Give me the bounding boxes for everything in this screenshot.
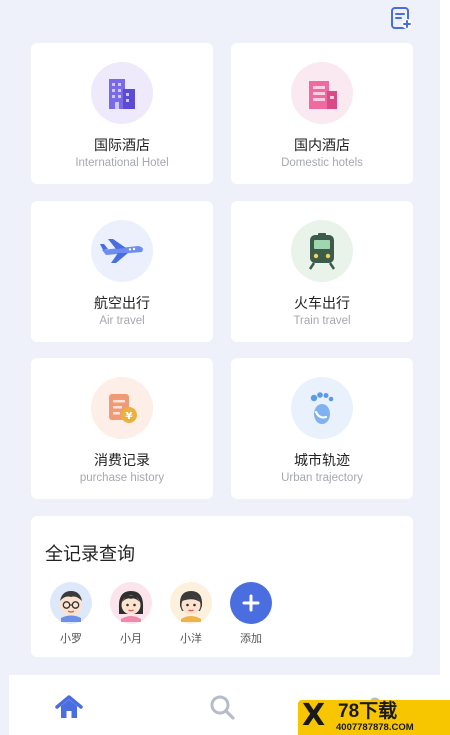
card-title: 消费记录 (94, 452, 150, 468)
person-name: 小月 (120, 633, 142, 645)
plus-icon (230, 582, 272, 624)
card-title: 国内酒店 (294, 137, 350, 153)
watermark-mark: X (302, 700, 326, 733)
card-title: 航空出行 (94, 295, 150, 311)
building-icon (91, 62, 153, 124)
person-name: 添加 (240, 633, 262, 645)
person-xiaoyue[interactable]: 小月 (109, 582, 153, 646)
add-person-button[interactable]: 添加 (229, 582, 273, 646)
boy-avatar-icon (50, 582, 92, 624)
girl-avatar-icon (170, 582, 212, 624)
card-title: 国际酒店 (94, 137, 150, 153)
footprint-icon (291, 377, 353, 439)
airplane-icon (91, 220, 153, 282)
search-icon[interactable] (206, 691, 238, 723)
card-subtitle: Train travel (293, 315, 351, 327)
record-query-card: 全记录查询 小罗 小月 小洋 添加 (31, 516, 413, 657)
person-xiaoluo[interactable]: 小罗 (49, 582, 93, 646)
urban-trajectory-card[interactable]: 城市轨迹 Urban trajectory (231, 358, 413, 499)
card-subtitle: Urban trajectory (281, 472, 363, 484)
international-hotel-card[interactable]: 国际酒店 International Hotel (31, 43, 213, 184)
train-icon (291, 220, 353, 282)
right-edge (440, 0, 450, 735)
card-subtitle: Air travel (99, 315, 145, 327)
domestic-hotels-card[interactable]: 国内酒店 Domestic hotels (231, 43, 413, 184)
hotel-icon (291, 62, 353, 124)
record-query-title: 全记录查询 (45, 544, 135, 564)
card-title: 火车出行 (294, 295, 350, 311)
watermark-logo: X 78下载 4007787878.COM (298, 700, 450, 735)
air-travel-card[interactable]: 航空出行 Air travel (31, 201, 213, 342)
train-travel-card[interactable]: 火车出行 Train travel (231, 201, 413, 342)
purchase-history-card[interactable]: ¥ 消费记录 purchase history (31, 358, 213, 499)
card-title: 城市轨迹 (294, 452, 350, 468)
svg-text:¥: ¥ (126, 411, 133, 422)
home-icon[interactable] (53, 691, 85, 723)
person-xiaoyang[interactable]: 小洋 (169, 582, 213, 646)
receipt-icon: ¥ (91, 377, 153, 439)
person-name: 小罗 (60, 633, 82, 645)
card-subtitle: purchase history (79, 472, 165, 484)
card-subtitle: Domestic hotels (281, 157, 363, 169)
add-note-icon[interactable] (388, 5, 414, 31)
girl-avatar-icon (110, 582, 152, 624)
watermark-brand: 78下载 (338, 701, 398, 722)
card-subtitle: International Hotel (75, 157, 169, 169)
person-name: 小洋 (180, 633, 202, 645)
watermark-url: 4007787878.COM (336, 722, 414, 733)
